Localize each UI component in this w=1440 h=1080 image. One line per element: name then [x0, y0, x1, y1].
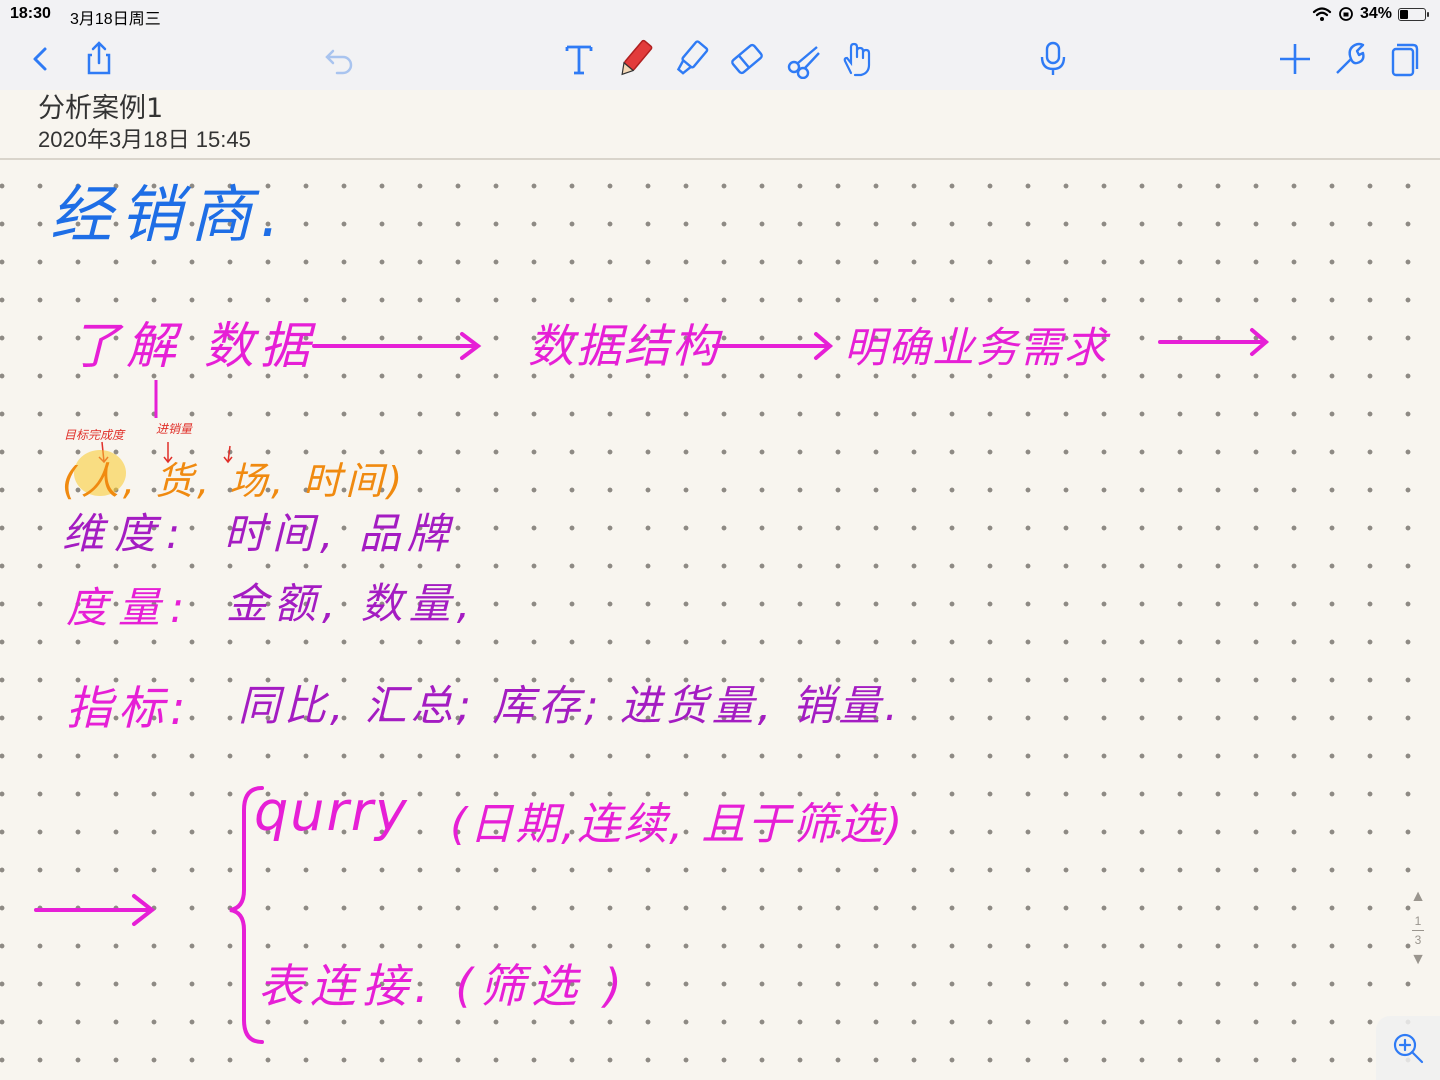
zoom-in-icon: [1393, 1033, 1424, 1064]
document-title[interactable]: 分析案例1: [38, 86, 163, 125]
page-header: 分析案例1 2020年3月18日 15:45: [0, 90, 1440, 160]
add-icon[interactable]: [1272, 36, 1318, 82]
highlighter-tool-icon[interactable]: [668, 36, 714, 82]
flow-arrow-3: [1158, 328, 1270, 356]
status-date: 3月18日周三: [70, 11, 161, 28]
measure-value: 金额, 数量,: [226, 579, 477, 628]
flow-arrow-1: [312, 332, 482, 360]
status-bar: 18:30 3月18日周三 34%: [0, 0, 1440, 30]
zoom-button[interactable]: [1376, 1016, 1440, 1080]
page-divider: [1412, 930, 1424, 931]
branch-query: qurry: [254, 780, 409, 843]
metric-value: 同比, 汇总; 库存; 进货量, 销量.: [238, 681, 902, 730]
lasso-scissors-icon[interactable]: [780, 36, 826, 82]
dimension-items: (人, 货, 场, 时间): [62, 459, 407, 503]
page-indicator[interactable]: ▲ 1 3 ▼: [1404, 888, 1432, 988]
pages-icon[interactable]: [1380, 36, 1426, 82]
eraser-tool-icon[interactable]: [724, 36, 770, 82]
battery-percent: 34%: [1359, 5, 1392, 22]
connector-line: [154, 380, 158, 418]
hand-tool-icon[interactable]: [834, 36, 880, 82]
page-current: 1: [1414, 914, 1422, 928]
flow-step-2: 数据结构: [528, 319, 720, 373]
page-down-icon[interactable]: ▼: [1404, 951, 1432, 969]
dimension-label: 维度:: [62, 509, 191, 558]
share-icon[interactable]: [76, 36, 122, 82]
flow-arrow-2: [712, 332, 834, 360]
microphone-icon[interactable]: [1030, 36, 1076, 82]
annotation-sales: 进销量: [156, 422, 193, 436]
metric-label: 指标:: [66, 681, 192, 735]
document-date: 2020年3月18日 15:45: [38, 127, 251, 152]
status-time: 18:30: [10, 5, 51, 22]
flow-step-3: 明确业务需求: [844, 323, 1109, 372]
branch-query-note: (日期,连续, 且于筛选): [450, 799, 905, 850]
branch-brace: [34, 786, 264, 1044]
text-tool-icon[interactable]: [556, 36, 602, 82]
undo-icon[interactable]: [316, 36, 362, 82]
toolbar: [0, 30, 1440, 90]
page-up-icon[interactable]: ▲: [1404, 888, 1432, 906]
dimension-value: 时间, 品牌: [224, 509, 455, 558]
measure-label: 度量:: [66, 583, 195, 632]
back-chevron-icon[interactable]: [16, 36, 62, 82]
battery-icon: [1398, 7, 1429, 21]
status-right: 34%: [1312, 5, 1429, 23]
flow-step-1: 了解 数据: [70, 317, 316, 375]
wrench-icon[interactable]: [1326, 36, 1372, 82]
branch-table-join: 表连接. (筛选 ): [258, 959, 628, 1013]
page-total: 3: [1414, 933, 1422, 947]
pen-tool-icon[interactable]: [612, 36, 658, 82]
note-heading: 经销商.: [50, 178, 288, 251]
wifi-icon: [1312, 7, 1332, 21]
note-canvas[interactable]: 经销商. 了解 数据 数据结构 明确业务需求 目标完成度 进销量 (人, 货, …: [0, 160, 1440, 1080]
orientation-lock-icon: [1339, 7, 1353, 21]
